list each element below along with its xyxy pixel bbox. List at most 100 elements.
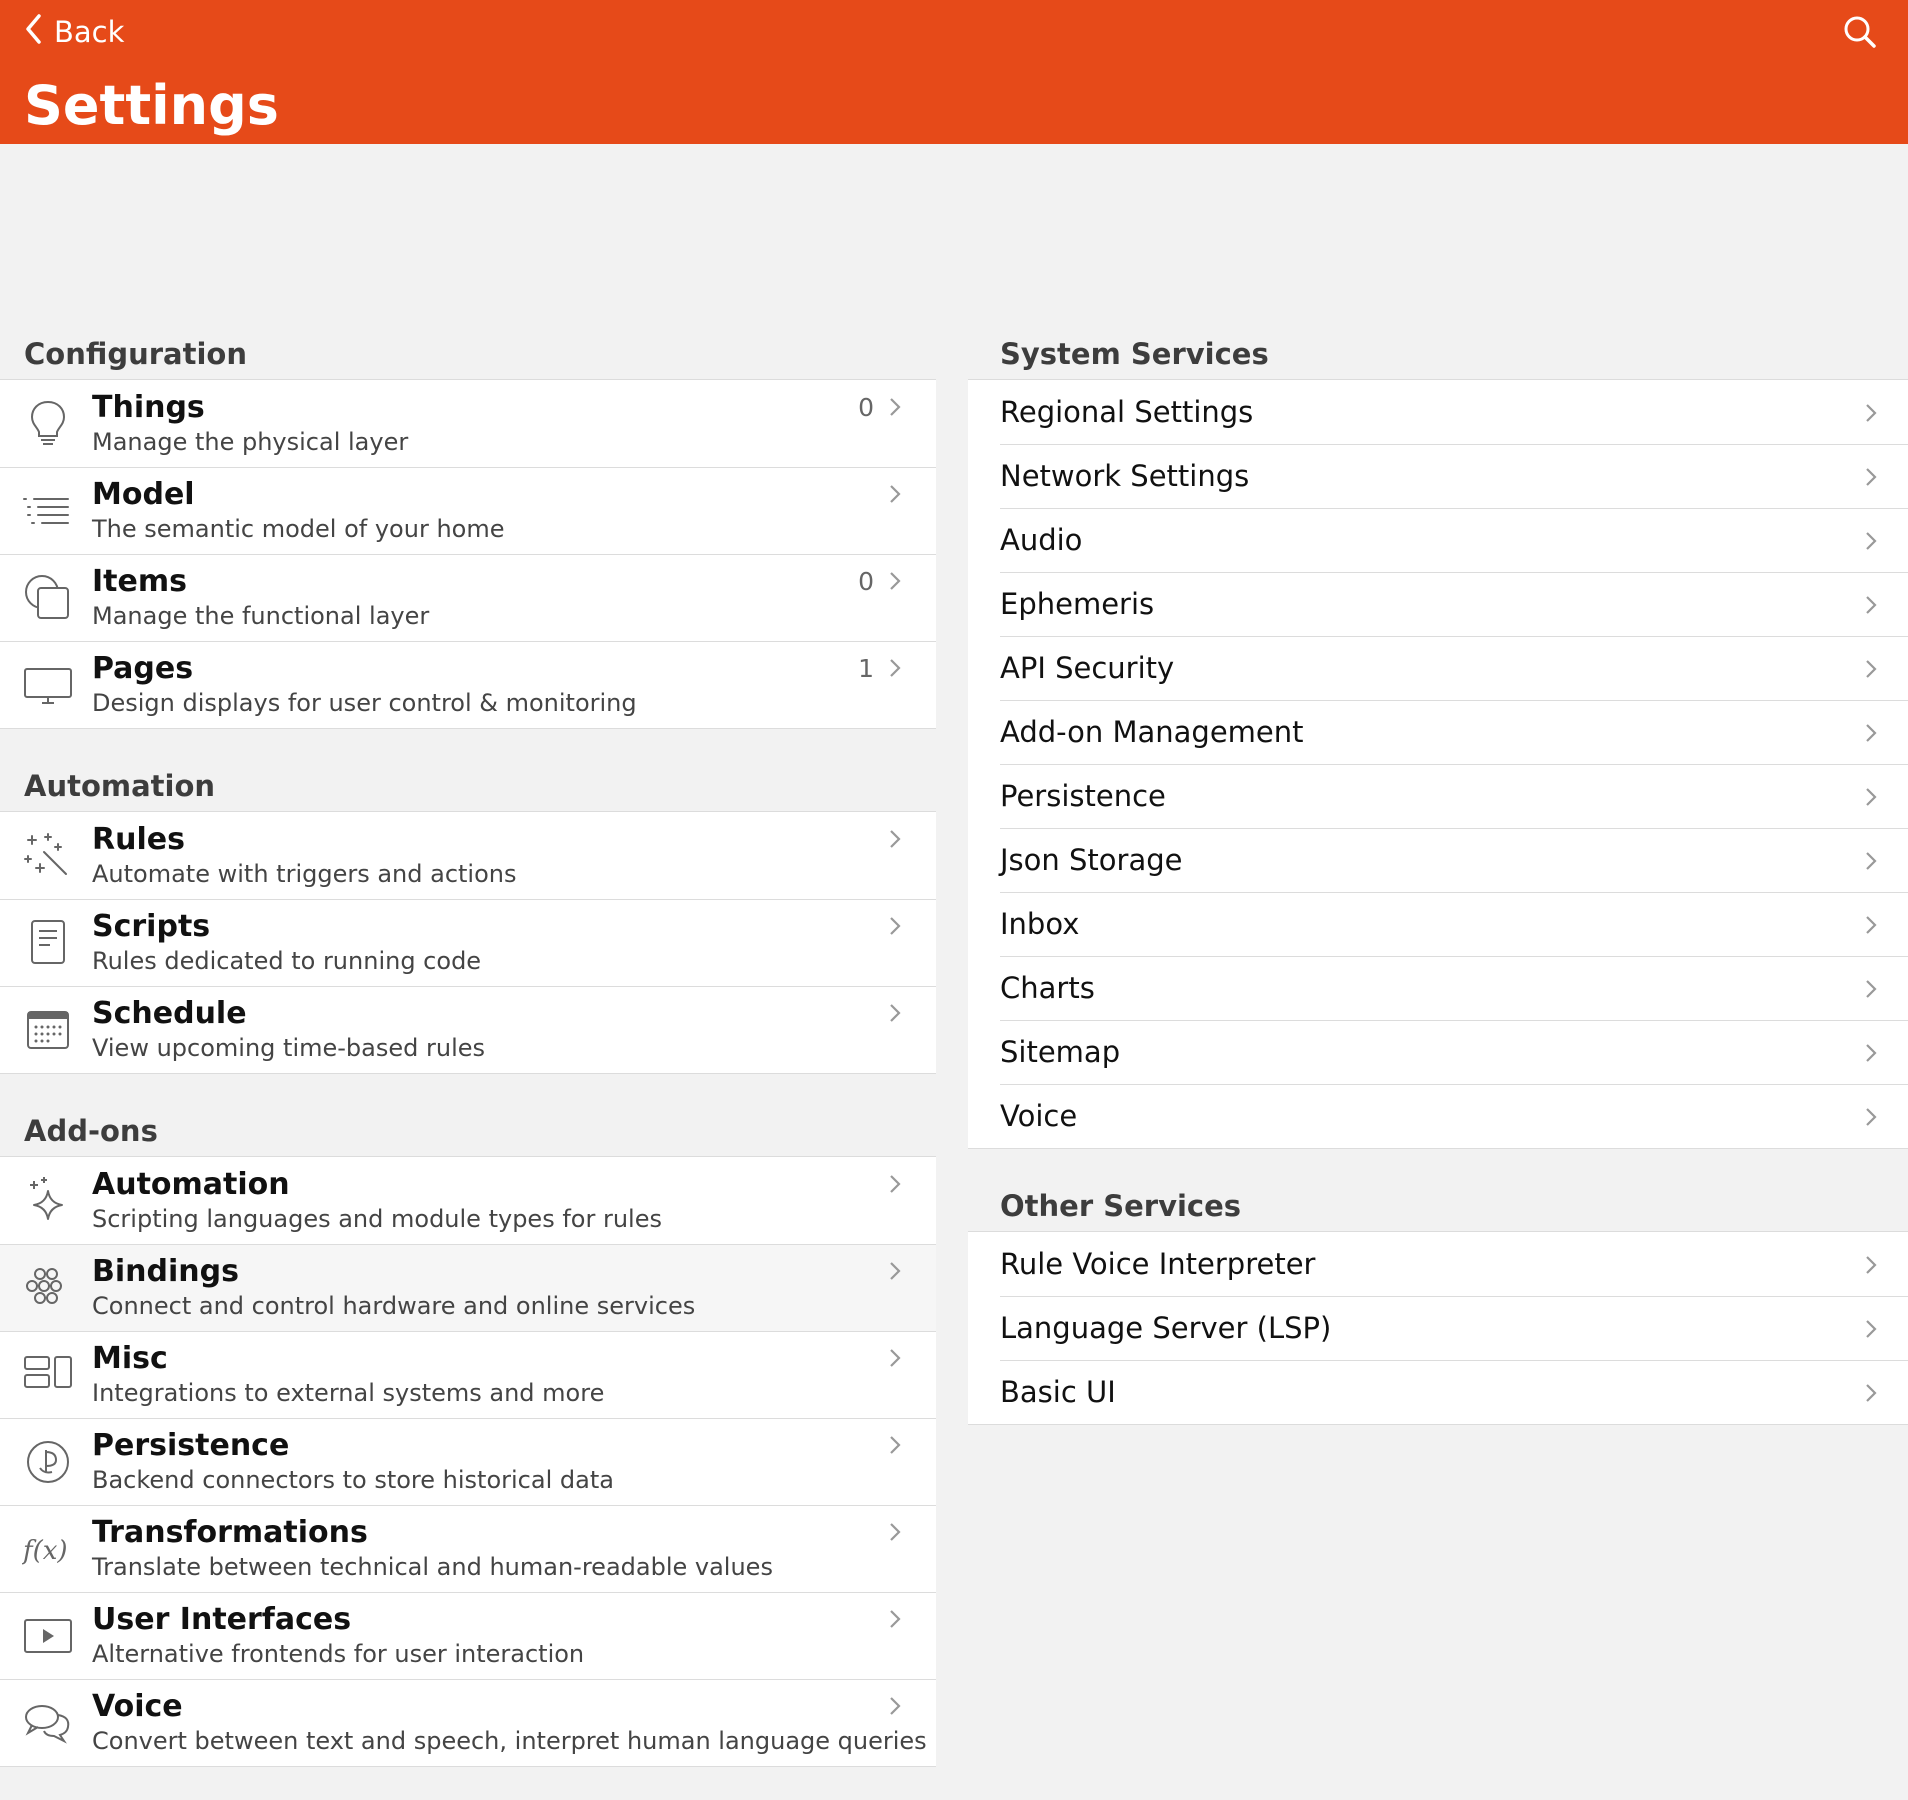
calendar-icon <box>22 1004 74 1056</box>
persistence-icon <box>22 1436 74 1488</box>
item-subtitle: Automate with triggers and actions <box>92 860 517 888</box>
chevron-right-icon <box>1864 594 1878 616</box>
addons-list: Automation Scripting languages and modul… <box>0 1156 936 1767</box>
other-services-list: Rule Voice Interpreter Language Server (… <box>968 1231 1908 1425</box>
list-item-sitemap[interactable]: Sitemap <box>968 1020 1908 1084</box>
item-subtitle: Convert between text and speech, interpr… <box>92 1727 927 1755</box>
chevron-right-icon <box>888 483 902 505</box>
back-button[interactable]: Back <box>24 10 124 54</box>
chevron-right-icon <box>888 828 902 850</box>
item-subtitle: Backend connectors to store historical d… <box>92 1466 614 1494</box>
item-title: Network Settings <box>1000 459 1250 493</box>
chevron-right-icon <box>888 657 902 679</box>
list-indent-icon <box>22 485 74 537</box>
chevron-right-icon <box>888 1347 902 1369</box>
item-subtitle: Alternative frontends for user interacti… <box>92 1640 585 1668</box>
list-item-inbox[interactable]: Inbox <box>968 892 1908 956</box>
list-item-schedule[interactable]: Schedule View upcoming time-based rules <box>0 986 936 1073</box>
back-label: Back <box>54 15 125 49</box>
list-item-basic-ui[interactable]: Basic UI <box>968 1360 1908 1424</box>
chevron-right-icon <box>1864 1382 1878 1404</box>
item-title: Voice <box>1000 1099 1078 1133</box>
list-item-charts[interactable]: Charts <box>968 956 1908 1020</box>
list-item-user-interfaces[interactable]: User Interfaces Alternative frontends fo… <box>0 1592 936 1679</box>
chevron-right-icon <box>1864 1106 1878 1128</box>
item-title: Regional Settings <box>1000 395 1254 429</box>
svg-text:f(x): f(x) <box>22 1536 68 1566</box>
count-badge: 0 <box>858 567 874 596</box>
item-subtitle: Rules dedicated to running code <box>92 947 482 975</box>
list-item-persistence[interactable]: Persistence Backend connectors to store … <box>0 1418 936 1505</box>
item-subtitle: Connect and control hardware and online … <box>92 1292 696 1320</box>
chevron-right-icon <box>1864 402 1878 424</box>
list-item-rule-voice-interpreter[interactable]: Rule Voice Interpreter <box>968 1232 1908 1296</box>
chevron-right-icon <box>1864 978 1878 1000</box>
chevron-right-icon <box>1864 914 1878 936</box>
list-item-audio[interactable]: Audio <box>968 508 1908 572</box>
item-title: Language Server (LSP) <box>1000 1311 1332 1345</box>
square-circle-icon <box>22 572 74 624</box>
list-item-api-security[interactable]: API Security <box>968 636 1908 700</box>
configuration-list: Things Manage the physical layer 0 Model… <box>0 379 936 729</box>
chevron-right-icon <box>1864 786 1878 808</box>
item-subtitle: View upcoming time-based rules <box>92 1034 485 1062</box>
list-item-bindings[interactable]: Bindings Connect and control hardware an… <box>0 1244 936 1331</box>
list-item-things[interactable]: Things Manage the physical layer 0 <box>0 380 936 467</box>
system-services-list: Regional Settings Network Settings Audio… <box>968 379 1908 1149</box>
section-title-system-services: System Services <box>1000 337 1269 371</box>
chevron-right-icon <box>888 1521 902 1543</box>
chevron-right-icon <box>1864 1254 1878 1276</box>
search-icon[interactable] <box>1840 12 1880 52</box>
list-item-addons-automation[interactable]: Automation Scripting languages and modul… <box>0 1157 936 1244</box>
item-title: Json Storage <box>1000 843 1183 877</box>
item-title: Charts <box>1000 971 1095 1005</box>
lightbulb-icon <box>22 398 74 450</box>
list-item-rules[interactable]: Rules Automate with triggers and actions <box>0 812 936 899</box>
chevron-right-icon <box>1864 530 1878 552</box>
list-item-persistence-service[interactable]: Persistence <box>968 764 1908 828</box>
list-item-addon-management[interactable]: Add-on Management <box>968 700 1908 764</box>
chevron-right-icon <box>1864 1042 1878 1064</box>
item-subtitle: Manage the physical layer <box>92 428 409 456</box>
item-subtitle: Scripting languages and module types for… <box>92 1205 662 1233</box>
list-item-voice[interactable]: Voice Convert between text and speech, i… <box>0 1679 936 1766</box>
chevron-right-icon <box>1864 722 1878 744</box>
chevron-right-icon <box>1864 1318 1878 1340</box>
list-item-ephemeris[interactable]: Ephemeris <box>968 572 1908 636</box>
chevron-right-icon <box>888 1608 902 1630</box>
list-item-model[interactable]: Model The semantic model of your home <box>0 467 936 554</box>
right-column: System Services Regional Settings Networ… <box>968 312 1908 1425</box>
item-title: API Security <box>1000 651 1175 685</box>
chevron-left-icon <box>24 13 44 52</box>
document-icon <box>22 917 74 969</box>
list-item-items[interactable]: Items Manage the functional layer 0 <box>0 554 936 641</box>
item-title: Persistence <box>1000 779 1166 813</box>
function-icon: f(x) <box>21 1523 74 1575</box>
chevron-right-icon <box>888 1434 902 1456</box>
page-title: Settings <box>24 74 279 137</box>
list-item-voice-service[interactable]: Voice <box>968 1084 1908 1148</box>
list-item-pages[interactable]: Pages Design displays for user control &… <box>0 641 936 728</box>
list-item-transformations[interactable]: f(x) Transformations Translate between t… <box>0 1505 936 1592</box>
item-subtitle: Translate between technical and human-re… <box>92 1553 773 1581</box>
list-item-network-settings[interactable]: Network Settings <box>968 444 1908 508</box>
item-title: Audio <box>1000 523 1083 557</box>
list-item-regional-settings[interactable]: Regional Settings <box>968 380 1908 444</box>
chevron-right-icon <box>1864 850 1878 872</box>
item-subtitle: Design displays for user control & monit… <box>92 689 637 717</box>
item-subtitle: The semantic model of your home <box>92 515 505 543</box>
list-item-language-server[interactable]: Language Server (LSP) <box>968 1296 1908 1360</box>
chevron-right-icon <box>888 1695 902 1717</box>
circles-grid-icon <box>22 1262 74 1314</box>
chevron-right-icon <box>1864 466 1878 488</box>
section-title-addons: Add-ons <box>24 1114 158 1148</box>
count-badge: 0 <box>858 393 874 422</box>
list-item-misc[interactable]: Misc Integrations to external systems an… <box>0 1331 936 1418</box>
chevron-right-icon <box>888 1002 902 1024</box>
item-title: Basic UI <box>1000 1375 1116 1409</box>
list-item-json-storage[interactable]: Json Storage <box>968 828 1908 892</box>
chevron-right-icon <box>888 1260 902 1282</box>
list-item-scripts[interactable]: Scripts Rules dedicated to running code <box>0 899 936 986</box>
section-title-automation: Automation <box>24 769 216 803</box>
item-subtitle: Integrations to external systems and mor… <box>92 1379 605 1407</box>
